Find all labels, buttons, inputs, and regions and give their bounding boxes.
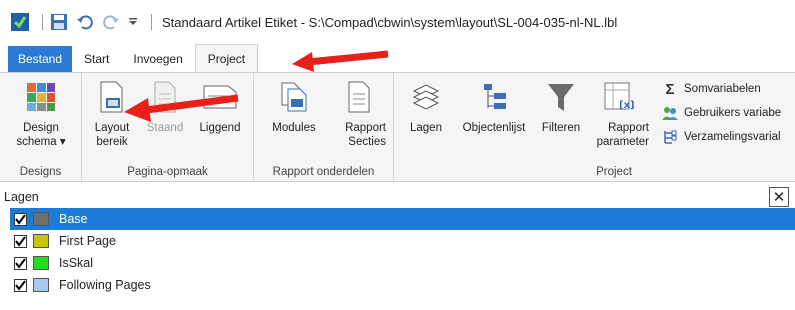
rapport-secties-label: Rapport Secties <box>345 122 386 148</box>
layer-list: Base First Page IsSkal Following Pages <box>10 208 795 296</box>
layer-name: Base <box>59 212 88 226</box>
panel-title: Lagen <box>4 190 39 204</box>
separator <box>42 14 43 30</box>
title-bar: Standaard Artikel Etiket - S:\Compad\cbw… <box>0 0 795 44</box>
layout-bereik-button[interactable]: Layout bereik <box>90 79 134 149</box>
staand-button[interactable]: Staand <box>144 79 186 135</box>
group-designs: Design schema ▾ Designs <box>0 73 82 181</box>
ribbon: Design schema ▾ Designs Layout bereik St… <box>0 72 795 182</box>
filter-icon <box>543 79 579 115</box>
liggend-label: Liggend <box>199 122 241 134</box>
group-label-rapport-onderdelen: Rapport onderdelen <box>272 166 375 178</box>
layer-checkbox[interactable] <box>14 278 27 292</box>
objectenlijst-button[interactable]: Objectenlijst <box>452 79 536 135</box>
group-pagina-opmaak: Layout bereik Staand Liggend Pagina-opma… <box>82 73 254 181</box>
group-label-pagina-opmaak: Pagina-opmaak <box>127 166 208 178</box>
close-icon[interactable]: ✕ <box>769 187 789 207</box>
redo-icon[interactable] <box>101 12 121 32</box>
somvariabelen-label: Somvariabelen <box>684 83 761 95</box>
design-schema-icon <box>23 79 59 115</box>
app-icon[interactable] <box>10 12 30 32</box>
layout-bereik-label: Layout bereik <box>94 122 130 148</box>
layer-color-swatch <box>33 256 49 270</box>
design-schema-button[interactable]: Design schema ▾ <box>6 79 76 149</box>
object-list-icon <box>476 79 512 115</box>
layers-icon <box>408 79 444 115</box>
somvariabelen-button[interactable]: Σ Somvariabelen <box>662 79 781 99</box>
variables-list: Σ Somvariabelen Gebruikers variabe Verza… <box>662 79 781 147</box>
report-parameter-icon: [x] <box>602 79 638 115</box>
modules-label: Modules <box>272 122 316 134</box>
separator <box>151 14 152 30</box>
design-schema-label: Design schema ▾ <box>16 122 66 148</box>
layer-checkbox[interactable] <box>14 234 27 248</box>
layer-color-swatch <box>33 234 49 248</box>
rapport-parameter-button[interactable]: [x] Rapport parameter <box>590 79 650 149</box>
layer-row-first-page[interactable]: First Page <box>10 230 795 252</box>
window-title: Standaard Artikel Etiket - S:\Compad\cbw… <box>162 14 618 30</box>
liggend-button[interactable]: Liggend <box>192 79 248 135</box>
modules-icon <box>276 79 312 115</box>
tab-project[interactable]: Project <box>194 44 259 72</box>
staand-label: Staand <box>146 122 184 134</box>
sigma-icon: Σ <box>665 80 675 98</box>
verzamelingsvariabelen-button[interactable]: Verzamelingsvarial <box>662 127 781 147</box>
layer-row-following-pages[interactable]: Following Pages <box>10 274 795 296</box>
gebruikers-variabelen-label: Gebruikers variabe <box>684 107 782 119</box>
rapport-secties-button[interactable]: Rapport Secties <box>328 79 390 149</box>
layout-bereik-icon <box>94 79 130 115</box>
layer-name: IsSkal <box>59 256 94 270</box>
layer-name: Following Pages <box>59 278 151 292</box>
verzamelingsvariabelen-label: Verzamelingsvarial <box>684 131 781 143</box>
group-rapport-onderdelen: Modules Rapport Secties Rapport onderdel… <box>254 73 394 181</box>
group-label-designs: Designs <box>19 166 62 178</box>
layer-checkbox[interactable] <box>14 212 27 226</box>
layer-color-swatch <box>33 278 49 292</box>
objectenlijst-label: Objectenlijst <box>462 122 526 134</box>
layer-name: First Page <box>59 234 116 248</box>
layer-color-swatch <box>33 212 49 226</box>
layer-row-isskal[interactable]: IsSkal <box>10 252 795 274</box>
collection-icon <box>662 129 678 145</box>
filteren-button[interactable]: Filteren <box>536 79 586 135</box>
users-icon <box>662 105 678 121</box>
customize-toolbar-icon[interactable] <box>127 12 139 32</box>
lagen-label: Lagen <box>410 122 442 134</box>
layer-row-base[interactable]: Base <box>10 208 795 230</box>
modules-button[interactable]: Modules <box>264 79 324 135</box>
rapport-parameter-label: Rapport parameter <box>596 122 649 148</box>
gebruikers-variabelen-button[interactable]: Gebruikers variabe <box>662 103 781 123</box>
filteren-label: Filteren <box>541 122 581 134</box>
lagen-panel-header: Lagen ✕ <box>0 186 795 208</box>
ribbon-tabs: Bestand Start Invoegen Project <box>0 44 795 72</box>
tab-invoegen[interactable]: Invoegen <box>121 46 194 72</box>
landscape-page-icon <box>202 79 238 115</box>
svg-text:[x]: [x] <box>619 100 635 111</box>
group-label-project: Project <box>596 166 632 178</box>
lagen-button[interactable]: Lagen <box>406 79 446 135</box>
tab-start[interactable]: Start <box>72 46 121 72</box>
undo-icon[interactable] <box>75 12 95 32</box>
layer-checkbox[interactable] <box>14 256 27 270</box>
rapport-secties-icon <box>341 79 377 115</box>
tab-bestand[interactable]: Bestand <box>8 46 73 72</box>
save-icon[interactable] <box>49 12 69 32</box>
portrait-page-icon <box>147 79 183 115</box>
